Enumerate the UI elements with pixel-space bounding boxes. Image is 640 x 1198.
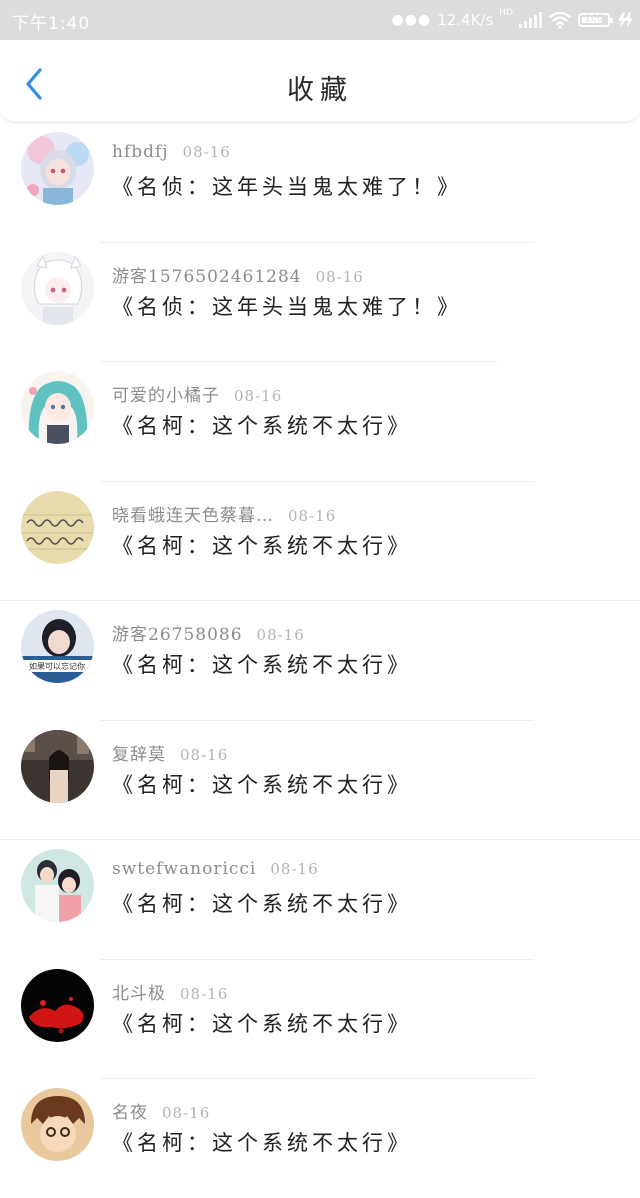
avatar[interactable] <box>21 132 94 205</box>
avatar[interactable]: 如果可以忘记你 <box>21 610 94 683</box>
story-title[interactable]: 《名柯：这个系统不太行》 <box>112 410 412 440</box>
hd-badge: HD <box>499 7 513 18</box>
avatar[interactable] <box>21 1088 94 1161</box>
status-time: 下午1:40 <box>12 14 91 34</box>
signal-icon <box>519 12 542 28</box>
list-item[interactable]: 晓看蛾连天色蔡暮… 08-16 《名柯：这个系统不太行》 <box>0 480 640 601</box>
girl-photo-avatar-icon: 如果可以忘记你 <box>21 610 94 683</box>
story-title[interactable]: 《名柯：这个系统不太行》 <box>112 530 412 560</box>
red-splash-avatar-icon <box>21 968 94 1042</box>
list-item[interactable]: 北斗极 08-16 《名柯：这个系统不太行》 <box>0 958 640 1079</box>
item-meta: 北斗极 08-16 <box>112 979 228 1004</box>
avatar[interactable] <box>21 849 94 922</box>
avatar[interactable] <box>21 251 94 325</box>
avatar[interactable] <box>21 968 94 1042</box>
date: 08-16 <box>180 984 229 1003</box>
list-item[interactable]: 如果可以忘记你 游客26758086 08-16 《名柯：这个系统不太行》 <box>0 600 640 720</box>
item-meta: hfbdfj 08-16 <box>112 142 231 162</box>
story-title[interactable]: 《名侦：这年头当鬼太难了！》 <box>112 171 462 201</box>
divider <box>100 361 498 362</box>
avatar[interactable] <box>21 371 94 444</box>
item-meta: 可爱的小橘子 08-16 <box>112 381 282 406</box>
item-meta: 复辞莫 08-16 <box>112 740 228 765</box>
username: 可爱的小橘子 <box>112 386 220 406</box>
username: 复辞莫 <box>112 744 166 765</box>
divider <box>100 480 534 482</box>
battery-icon: 100 <box>578 13 613 27</box>
username: 北斗极 <box>112 983 166 1004</box>
username: hfbdfj <box>112 142 169 162</box>
status-indicators: ●●● 12.4K/s HD 100 <box>392 6 634 34</box>
divider <box>100 241 534 243</box>
couple-illustration-avatar-icon <box>21 849 94 922</box>
story-title[interactable]: 《名侦：这年头当鬼太难了！》 <box>112 291 462 321</box>
date: 08-16 <box>288 506 337 525</box>
teal-hair-girl-avatar-icon <box>21 371 94 444</box>
date: 08-16 <box>182 143 231 161</box>
list-item[interactable]: 可爱的小橘子 08-16 《名柯：这个系统不太行》 <box>0 361 640 481</box>
story-title[interactable]: 《名柯：这个系统不太行》 <box>112 649 412 679</box>
battery-level: 100 <box>584 13 604 24</box>
svg-text:如果可以忘记你: 如果可以忘记你 <box>29 661 85 671</box>
item-meta: swtefwanoricci 08-16 <box>112 859 319 879</box>
navigation-bar: 收藏 <box>0 40 640 123</box>
story-title[interactable]: 《名柯：这个系统不太行》 <box>112 1008 412 1038</box>
avatar[interactable] <box>21 729 94 803</box>
charging-icon <box>618 12 633 28</box>
story-title[interactable]: 《名柯：这个系统不太行》 <box>112 888 412 918</box>
username: 名夜 <box>112 1103 148 1123</box>
list-item[interactable]: swtefwanoricci 08-16 《名柯：这个系统不太行》 <box>0 839 640 959</box>
list-item[interactable]: 复辞莫 08-16 《名柯：这个系统不太行》 <box>0 719 640 840</box>
list-item[interactable]: hfbdfj 08-16 《名侦：这年头当鬼太难了！》 <box>0 122 640 242</box>
more-dots-icon: ●●● <box>391 12 432 28</box>
story-title[interactable]: 《名柯：这个系统不太行》 <box>112 769 412 799</box>
anime-girl-avatar-icon <box>21 132 94 205</box>
item-meta: 游客1576502461284 08-16 <box>112 262 364 287</box>
handwriting-note-avatar-icon <box>21 490 94 564</box>
wifi-icon <box>548 11 572 29</box>
avatar[interactable] <box>21 490 94 564</box>
date: 08-16 <box>180 745 229 764</box>
item-meta: 游客26758086 08-16 <box>112 620 305 645</box>
divider <box>100 719 534 721</box>
date: 08-16 <box>315 267 364 286</box>
username: 晓看蛾连天色蔡暮… <box>112 505 274 526</box>
list-item[interactable]: 游客1576502461284 08-16 《名侦：这年头当鬼太难了！》 <box>0 241 640 362</box>
username: 游客1576502461284 <box>112 266 302 287</box>
date: 08-16 <box>256 626 305 644</box>
favorites-list: hfbdfj 08-16 《名侦：这年头当鬼太难了！》 游客15765024612… <box>0 122 640 1198</box>
night-street-avatar-icon <box>21 729 94 803</box>
story-title[interactable]: 《名柯：这个系统不太行》 <box>112 1127 412 1157</box>
date: 08-16 <box>234 387 283 405</box>
date: 08-16 <box>162 1104 211 1122</box>
divider <box>0 600 640 601</box>
white-hair-boy-avatar-icon <box>21 251 94 325</box>
network-speed: 12.4K/s <box>437 11 494 29</box>
divider <box>100 1078 534 1079</box>
date: 08-16 <box>270 860 319 878</box>
item-meta: 晓看蛾连天色蔡暮… 08-16 <box>112 501 336 526</box>
divider <box>100 958 534 960</box>
username: 游客26758086 <box>112 625 243 645</box>
divider <box>0 839 640 840</box>
status-bar: 下午1:40 ●●● 12.4K/s HD 100 <box>0 0 640 40</box>
username: swtefwanoricci <box>112 859 257 879</box>
cartoon-boy-avatar-icon <box>21 1088 94 1161</box>
item-meta: 名夜 08-16 <box>112 1098 210 1123</box>
page-title: 收藏 <box>287 75 353 106</box>
